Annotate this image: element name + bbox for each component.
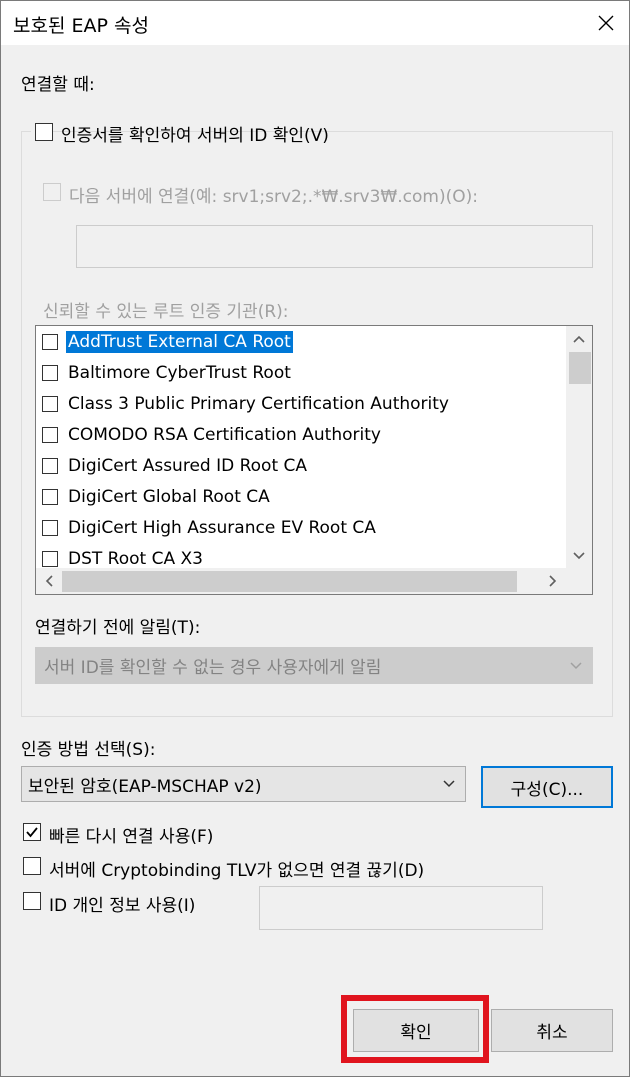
window-title: 보호된 EAP 속성	[13, 15, 149, 37]
connect-servers-label: 다음 서버에 연결(예: srv1;srv2;.*₩.srv3₩.com)(O)…	[69, 187, 478, 207]
scroll-down-arrow[interactable]	[566, 543, 592, 569]
auth-method-label: 인증 방법 선택(S):	[21, 740, 156, 760]
connect-label: 연결할 때:	[21, 75, 95, 95]
close-icon	[598, 15, 614, 31]
ca-checkbox[interactable]	[42, 551, 58, 567]
ca-name: COMODO RSA Certification Authority	[68, 425, 381, 445]
list-item[interactable]: COMODO RSA Certification Authority	[36, 421, 566, 452]
configure-button[interactable]: 구성(C)...	[481, 766, 613, 808]
chevron-up-icon	[573, 335, 585, 343]
scroll-right-arrow[interactable]	[540, 568, 566, 594]
chevron-down-icon	[570, 661, 582, 669]
scroll-left-arrow[interactable]	[36, 568, 62, 594]
ca-name: Class 3 Public Primary Certification Aut…	[68, 394, 449, 414]
ca-name: Baltimore CyberTrust Root	[68, 363, 291, 383]
ca-name: DigiCert High Assurance EV Root CA	[68, 518, 376, 538]
ca-checkbox[interactable]	[42, 427, 58, 443]
identity-privacy-input[interactable]	[259, 886, 543, 930]
ca-checkbox[interactable]	[42, 520, 58, 536]
cryptobinding-label: 서버에 Cryptobinding TLV가 없으면 연결 끊기(D)	[49, 861, 425, 881]
ca-name: AddTrust External CA Root	[66, 331, 293, 353]
trusted-ca-label: 신뢰할 수 있는 루트 인증 기관(R):	[43, 302, 289, 322]
ca-checkbox[interactable]	[42, 365, 58, 381]
trusted-ca-list[interactable]: AddTrust External CA Root Baltimore Cybe…	[35, 325, 593, 595]
fast-reconnect-label: 빠른 다시 연결 사용(F)	[49, 827, 214, 847]
checkmark-icon	[26, 827, 38, 838]
cancel-button[interactable]: 취소	[491, 1009, 613, 1052]
notify-dropdown[interactable]: 서버 ID를 확인할 수 없는 경우 사용자에게 알림	[35, 647, 593, 684]
chevron-down-icon	[573, 552, 585, 560]
identity-privacy-checkbox[interactable]	[23, 892, 41, 910]
list-item[interactable]: Class 3 Public Primary Certification Aut…	[36, 390, 566, 421]
close-button[interactable]	[583, 1, 629, 45]
ca-name: DST Root CA X3	[68, 549, 203, 569]
vertical-scrollbar[interactable]	[566, 326, 592, 569]
ca-name: DigiCert Assured ID Root CA	[68, 456, 308, 476]
list-item[interactable]: DigiCert Global Root CA	[36, 483, 566, 514]
verify-cert-option[interactable]: 인증서를 확인하여 서버의 ID 확인(V)	[31, 119, 329, 146]
identity-privacy-label: ID 개인 정보 사용(I)	[49, 896, 196, 916]
chevron-left-icon	[45, 575, 53, 587]
connect-servers-checkbox[interactable]	[43, 183, 61, 201]
list-item[interactable]: DigiCert Assured ID Root CA	[36, 452, 566, 483]
title-bar: 보호된 EAP 속성	[1, 1, 629, 45]
chevron-right-icon	[549, 575, 557, 587]
ok-highlight-annotation	[341, 995, 489, 1063]
cryptobinding-checkbox[interactable]	[23, 857, 41, 875]
verify-cert-label: 인증서를 확인하여 서버의 ID 확인(V)	[61, 126, 329, 146]
ca-checkbox[interactable]	[42, 458, 58, 474]
ca-checkbox[interactable]	[42, 396, 58, 412]
list-item[interactable]: Baltimore CyberTrust Root	[36, 359, 566, 390]
eap-properties-window: 보호된 EAP 속성 연결할 때: 인증서를 확인하여 서버의 ID 확인(V)…	[0, 0, 630, 1077]
verify-cert-checkbox[interactable]	[35, 123, 53, 141]
list-item[interactable]: AddTrust External CA Root	[36, 328, 566, 359]
auth-method-value: 보안된 암호(EAP-MSCHAP v2)	[28, 776, 262, 797]
ca-name: DigiCert Global Root CA	[68, 487, 270, 507]
horizontal-scroll-thumb[interactable]	[62, 571, 517, 592]
vertical-scroll-thumb[interactable]	[569, 352, 591, 384]
chevron-down-icon	[443, 780, 455, 788]
auth-method-dropdown[interactable]: 보안된 암호(EAP-MSCHAP v2)	[21, 766, 466, 802]
fast-reconnect-checkbox[interactable]	[23, 823, 41, 841]
scroll-up-arrow[interactable]	[566, 326, 592, 352]
scrollbar-corner	[566, 568, 592, 594]
notify-label: 연결하기 전에 알림(T):	[35, 618, 201, 638]
horizontal-scrollbar[interactable]	[36, 568, 566, 594]
ca-checkbox[interactable]	[42, 489, 58, 505]
ca-checkbox[interactable]	[42, 334, 58, 350]
connect-servers-input[interactable]	[76, 225, 593, 268]
notify-value: 서버 ID를 확인할 수 없는 경우 사용자에게 알림	[44, 658, 382, 678]
list-item[interactable]: DigiCert High Assurance EV Root CA	[36, 514, 566, 545]
